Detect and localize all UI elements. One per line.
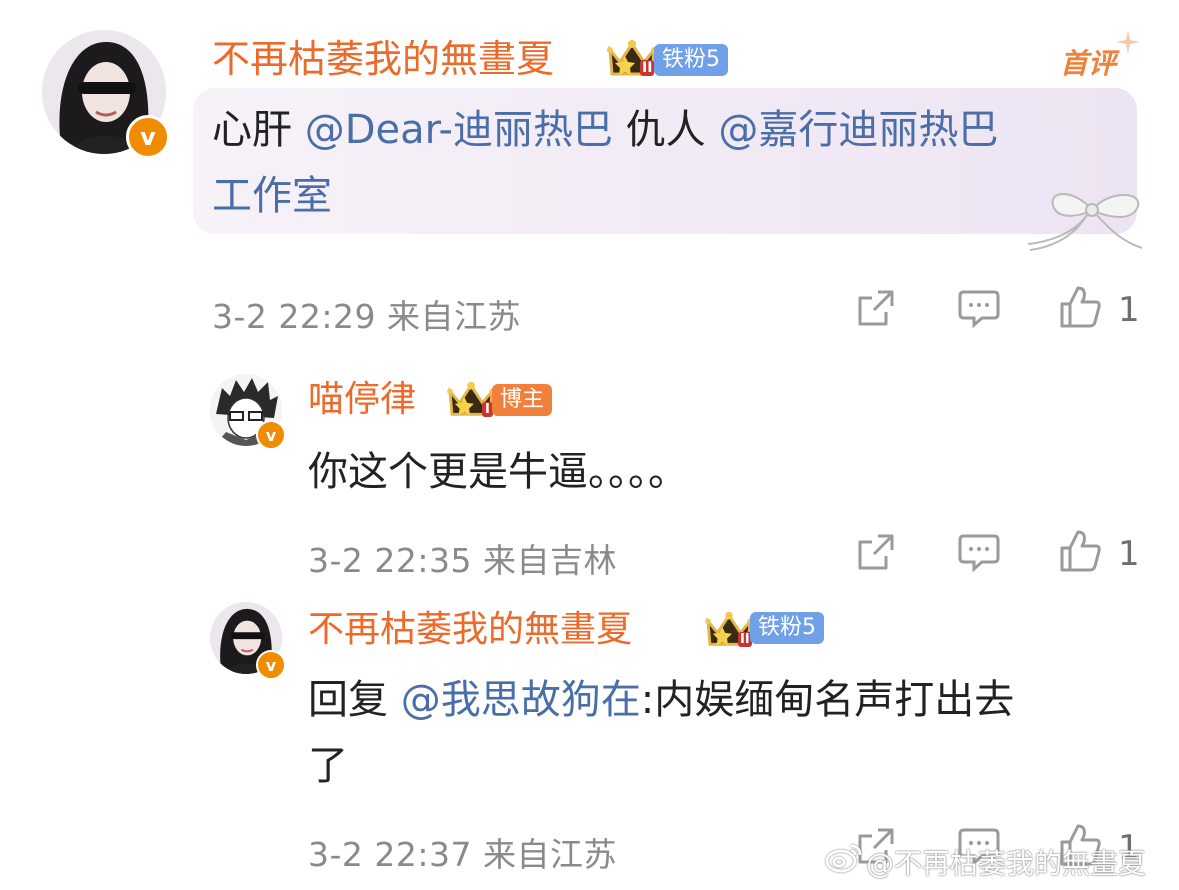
username[interactable]: 不再枯萎我的無畫夏 — [212, 40, 554, 78]
share-icon[interactable] — [856, 288, 896, 332]
text-line1: :内娱缅甸名声打出去 — [640, 677, 1015, 723]
comment-icon[interactable] — [958, 532, 1000, 576]
mention-link-continued[interactable]: 工作室 — [212, 168, 332, 224]
comment-text: 回复 @我思故狗在:内娱缅甸名声打出去 — [308, 672, 1014, 728]
mention-link[interactable]: @我思故狗在 — [401, 677, 641, 723]
verified-icon: v — [126, 115, 170, 159]
like-icon[interactable] — [1060, 286, 1102, 332]
fan-badge[interactable]: 铁粉5 — [654, 44, 728, 76]
crown-icon: II — [704, 608, 754, 650]
username[interactable]: 不再枯萎我的無畫夏 — [308, 612, 632, 648]
verified-icon: v — [256, 420, 286, 450]
crown-icon: I — [446, 378, 496, 420]
like-count: 1 — [1118, 290, 1140, 330]
share-icon[interactable] — [856, 532, 896, 576]
text-prefix: 心肝 — [212, 107, 305, 153]
text-mid: 仇人 — [612, 107, 719, 153]
blogger-badge[interactable]: 博主 — [492, 384, 553, 416]
comment-icon[interactable] — [958, 288, 1000, 332]
mention-link[interactable]: @Dear-迪丽热巴 — [305, 107, 613, 153]
sparkle-icon — [1116, 30, 1140, 58]
comment-text-line2: 了 — [308, 743, 348, 789]
comment-1: v 不再枯萎我的無畫夏 II 铁粉5 首评 心肝 @Dear-迪丽热巴 仇人 @… — [0, 0, 1179, 340]
like-icon[interactable] — [1060, 530, 1102, 576]
comment-meta: 3-2 22:29 来自江苏 — [212, 297, 521, 336]
comment-meta: 3-2 22:37 来自江苏 — [308, 835, 617, 874]
comment-2: v 喵停律 I 博主 你这个更是牛逼。。。。 3-2 22:35 来自吉林 1 — [0, 340, 1179, 600]
comment-text: 你这个更是牛逼。。。。 — [308, 449, 688, 495]
crown-level: II — [640, 60, 655, 76]
first-comment-badge: 首评 — [1060, 47, 1117, 80]
mention-link[interactable]: @嘉行迪丽热巴 — [718, 107, 998, 153]
bow-decoration-icon — [1024, 186, 1160, 260]
comment-meta: 3-2 22:35 来自吉林 — [308, 541, 617, 580]
verified-icon: v — [256, 650, 286, 680]
fan-badge[interactable]: 铁粉5 — [750, 612, 824, 644]
weibo-logo-icon — [824, 840, 864, 878]
username[interactable]: 喵停律 — [308, 382, 416, 418]
watermark: @不再枯萎我的無畫夏 — [866, 847, 1147, 880]
like-count: 1 — [1118, 534, 1140, 574]
reply-prefix: 回复 — [308, 677, 401, 723]
comment-text: 心肝 @Dear-迪丽热巴 仇人 @嘉行迪丽热巴 — [212, 102, 998, 158]
crown-icon: II — [606, 36, 658, 80]
